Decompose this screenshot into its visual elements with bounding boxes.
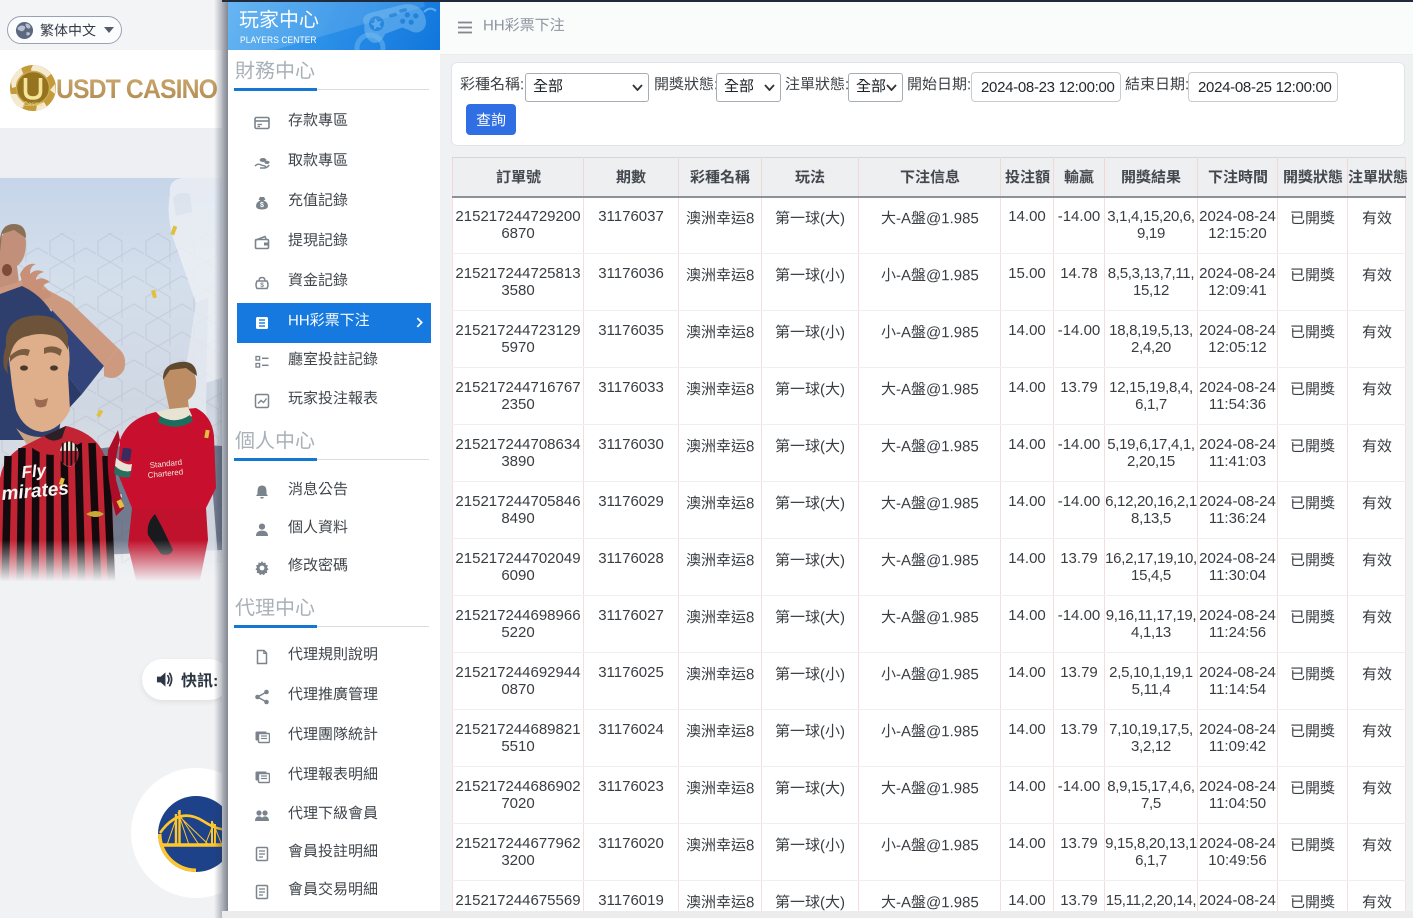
svg-text:$: $ <box>260 202 264 209</box>
svg-text:Casino: Casino <box>24 102 43 108</box>
svg-text:Fly: Fly <box>21 461 49 482</box>
svg-text:$: $ <box>260 282 264 289</box>
